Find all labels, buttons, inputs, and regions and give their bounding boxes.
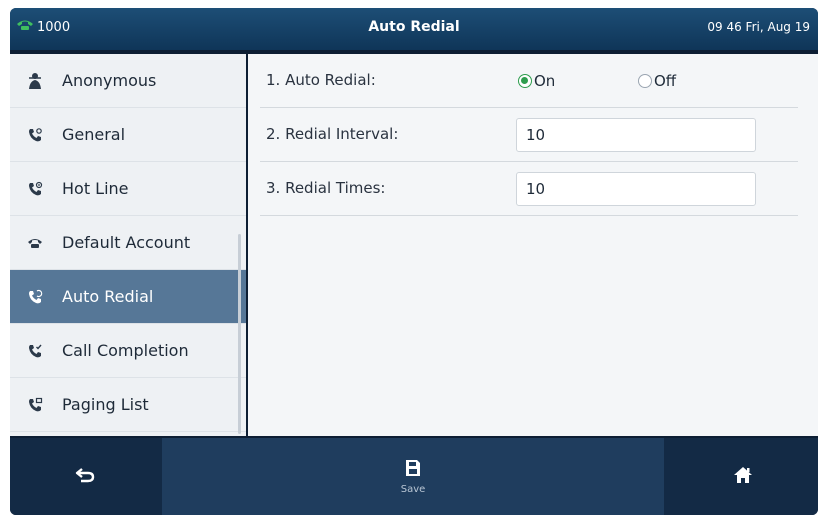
redial-interval-input[interactable]: 10 (516, 118, 756, 152)
phone-redial-icon (24, 289, 46, 305)
sidebar-scrollbar[interactable] (238, 234, 241, 434)
auto-redial-row: 1. Auto Redial: On Off (260, 54, 798, 108)
sidebar-item-label: Call Completion (62, 341, 189, 360)
sidebar-item-call-completion[interactable]: Call Completion (10, 324, 246, 378)
sidebar-item-label: Anonymous (62, 71, 157, 90)
save-label: Save (400, 483, 426, 495)
sidebar-item-auto-redial[interactable]: Auto Redial (10, 270, 246, 324)
redial-times-row: 3. Redial Times: 10 (260, 162, 798, 216)
home-button[interactable] (668, 438, 818, 515)
redial-times-input[interactable]: 10 (516, 172, 756, 206)
auto-redial-off-radio[interactable]: Off (638, 72, 676, 90)
radio-off-label: Off (654, 72, 677, 90)
redial-interval-row: 2. Redial Interval: 10 (260, 108, 798, 162)
phone-hotline-icon (24, 181, 46, 197)
phone-completion-icon (24, 343, 46, 359)
sidebar-item-paging-list[interactable]: Paging List (10, 378, 246, 432)
sidebar-item-label: Hot Line (62, 179, 129, 198)
radio-on-label: On (534, 72, 556, 90)
sidebar-item-label: Auto Redial (62, 287, 154, 306)
save-button[interactable]: Save (162, 438, 664, 515)
phone-screen: 1000 Auto Redial 09 46 Fri, Aug 19 Anony… (10, 8, 818, 515)
telephone-icon (24, 237, 46, 249)
radio-selected-icon (518, 74, 532, 88)
sidebar-item-label: Paging List (62, 395, 149, 414)
radio-unselected-icon (638, 74, 652, 88)
redial-times-label: 3. Redial Times: (266, 179, 386, 197)
auto-redial-label: 1. Auto Redial: (266, 71, 376, 89)
back-button[interactable] (10, 438, 160, 515)
sidebar-item-default-account[interactable]: Default Account (10, 216, 246, 270)
sidebar-item-label: General (62, 125, 126, 144)
phone-gear-icon (24, 127, 46, 143)
softkey-bar: Save (10, 438, 818, 515)
sidebar-item-anonymous[interactable]: Anonymous (10, 54, 246, 108)
back-arrow-icon (75, 467, 95, 487)
page-title: Auto Redial (368, 19, 460, 35)
auto-redial-on-radio[interactable]: On (518, 72, 555, 90)
sidebar-item-hot-line[interactable]: Hot Line (10, 162, 246, 216)
phone-paging-icon (24, 397, 46, 413)
anonymous-icon (24, 72, 46, 90)
status-bar: 1000 Auto Redial 09 46 Fri, Aug 19 (10, 8, 818, 50)
clock: 09 46 Fri, Aug 19 (707, 20, 810, 34)
settings-panel: 1. Auto Redial: On Off 2. Redial Interva… (248, 54, 818, 436)
save-icon (405, 459, 421, 481)
redial-interval-label: 2. Redial Interval: (266, 125, 399, 143)
sidebar-item-general[interactable]: General (10, 108, 246, 162)
sidebar: Anonymous General Hot Line Default Accou… (10, 54, 246, 436)
home-icon (733, 466, 753, 488)
sidebar-item-label: Default Account (62, 233, 191, 252)
